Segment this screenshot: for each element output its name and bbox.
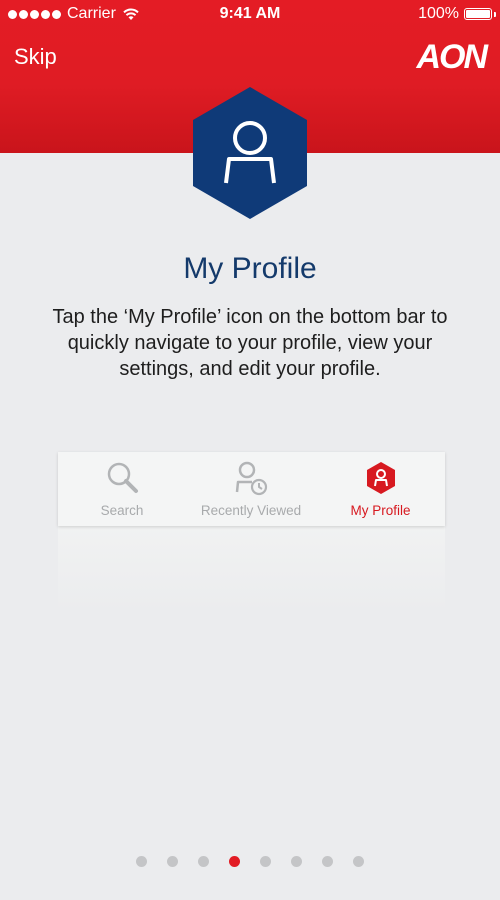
- tab-search[interactable]: Search: [58, 452, 186, 526]
- page-indicator: [0, 856, 500, 867]
- tab-recently-viewed-label: Recently Viewed: [200, 503, 302, 518]
- tab-my-profile[interactable]: My Profile: [316, 452, 445, 526]
- page-dot-7[interactable]: [322, 856, 333, 867]
- aon-logo: AON: [416, 38, 488, 76]
- profile-hexagon-icon: [193, 87, 307, 219]
- status-bar: Carrier 9:41 AM 100%: [0, 0, 500, 30]
- recently-viewed-icon: [235, 461, 268, 496]
- tab-recently-viewed[interactable]: Recently Viewed: [186, 452, 316, 526]
- page-dot-6[interactable]: [291, 856, 302, 867]
- page-dot-8[interactable]: [353, 856, 364, 867]
- skip-button[interactable]: Skip: [14, 44, 57, 70]
- page-dot-3[interactable]: [198, 856, 209, 867]
- page-dot-4[interactable]: [229, 856, 240, 867]
- tab-search-label: Search: [100, 503, 144, 518]
- status-right: 100%: [418, 5, 496, 23]
- tabbar: Search Recently Viewed My Profile: [58, 452, 445, 526]
- tab-my-profile-label: My Profile: [350, 503, 411, 518]
- profile-icon: [366, 462, 395, 494]
- page-title: My Profile: [183, 252, 317, 285]
- page-description: Tap the ‘My Profile’ icon on the bottom …: [52, 306, 448, 380]
- page-dot-2[interactable]: [167, 856, 178, 867]
- battery-icon: [464, 8, 496, 20]
- tabbar-preview: Search Recently Viewed My Profile: [58, 452, 445, 612]
- page-dot-1[interactable]: [136, 856, 147, 867]
- page-dot-5[interactable]: [260, 856, 271, 867]
- search-icon: [107, 462, 138, 493]
- battery-percent: 100%: [418, 5, 459, 22]
